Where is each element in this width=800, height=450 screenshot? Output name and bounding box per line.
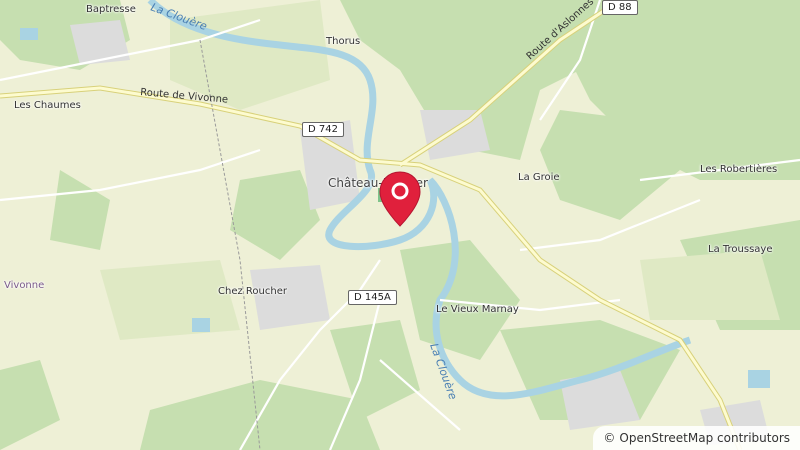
road-shield-d145a: D 145A	[348, 290, 397, 305]
attribution-link[interactable]: OpenStreetMap contributors	[619, 431, 790, 445]
place-label-la-groie: La Groie	[518, 172, 560, 183]
location-marker-pin[interactable]	[378, 170, 422, 228]
place-label-le-vieux-marnay: Le Vieux Marnay	[436, 304, 519, 315]
place-label-la-troussaye: La Troussaye	[708, 244, 773, 255]
place-label-baptresse: Baptresse	[86, 4, 136, 15]
place-label-les-robertieres: Les Robertières	[700, 164, 778, 175]
place-label-vivonne: Vivonne	[4, 280, 45, 291]
road-shield-d742: D 742	[302, 122, 344, 137]
map-attribution: © OpenStreetMap contributors	[593, 426, 800, 450]
road-shield-d88: D 88	[602, 0, 638, 15]
map-view[interactable]: Route de Vivonne Route d'Aslonnes La Clo…	[0, 0, 800, 450]
copyright-symbol: ©	[603, 431, 616, 445]
place-label-les-chaumes: Les Chaumes	[14, 100, 81, 111]
place-label-thorus: Thorus	[326, 36, 361, 47]
place-label-chez-roucher: Chez Roucher	[218, 286, 287, 297]
